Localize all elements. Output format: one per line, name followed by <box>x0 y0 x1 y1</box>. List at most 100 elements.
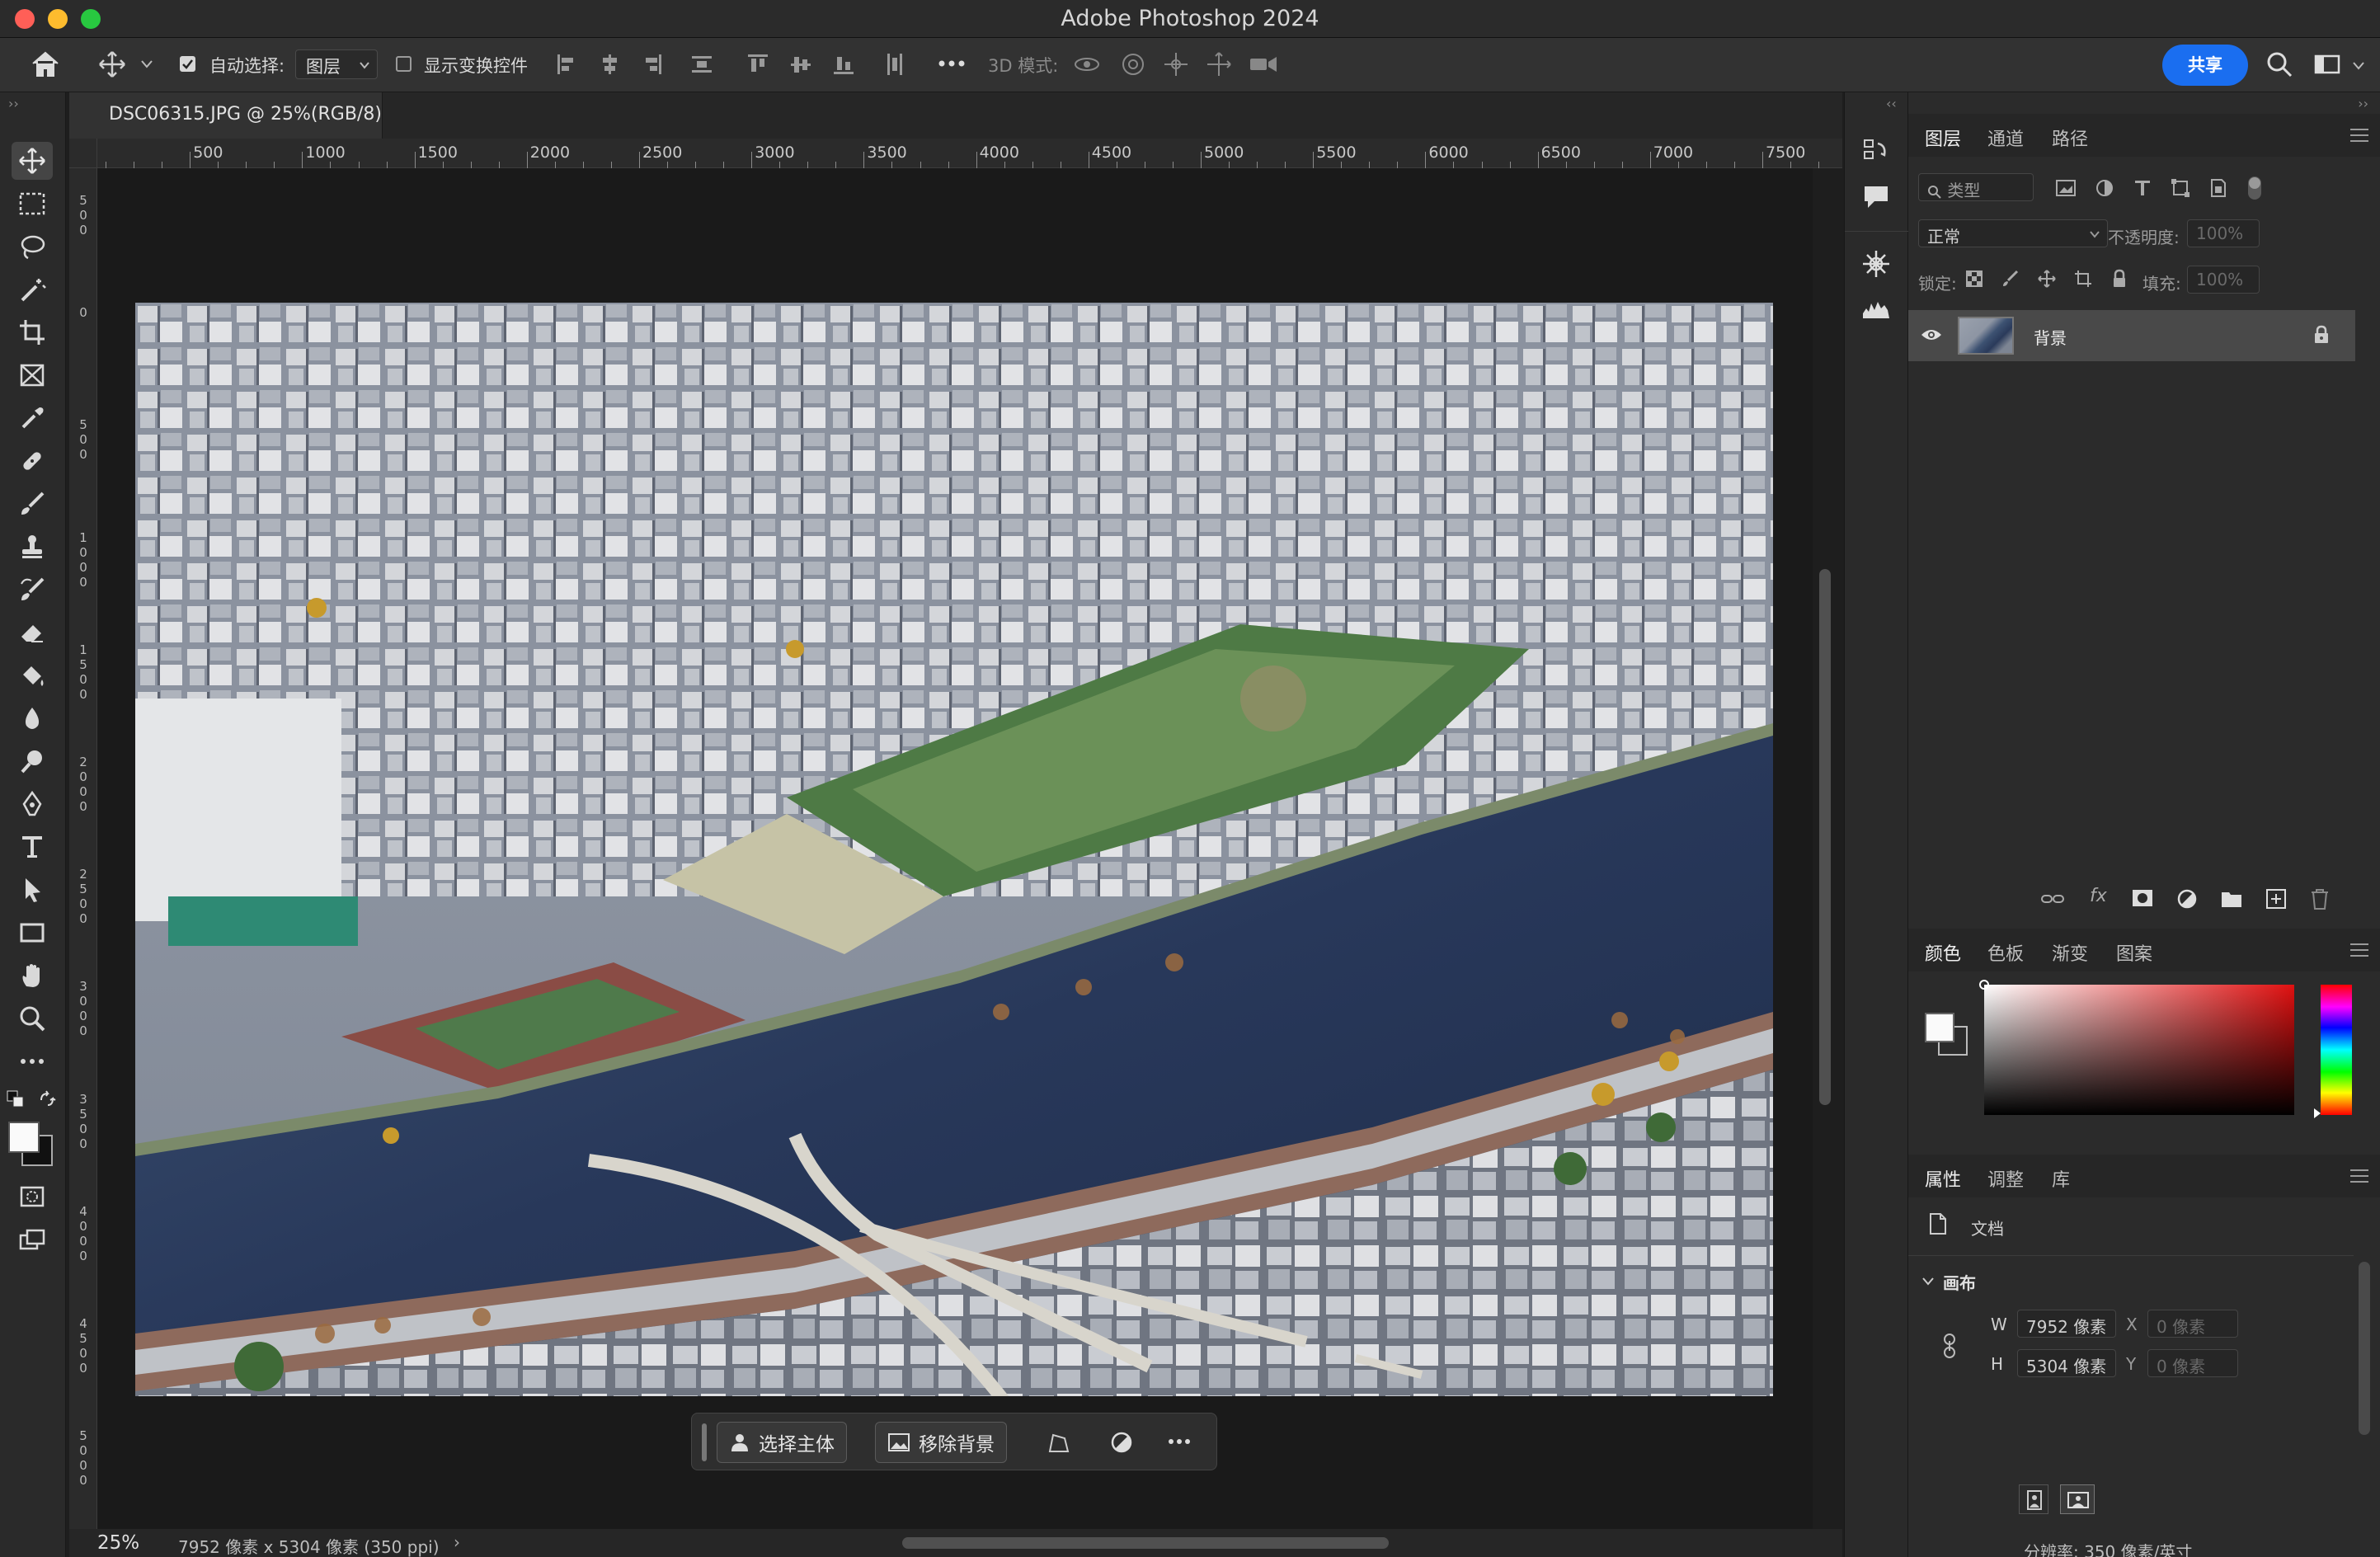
new-layer-icon[interactable] <box>2265 887 2288 910</box>
blur-tool-icon[interactable] <box>12 699 53 737</box>
fx-icon[interactable]: fx <box>2090 886 2107 906</box>
expand-panel-icon[interactable]: ›› <box>2358 96 2368 111</box>
brush-tool-icon[interactable] <box>12 485 53 523</box>
lock-pixels-icon[interactable] <box>2001 269 2020 289</box>
dodge-tool-icon[interactable] <box>12 742 53 780</box>
3d-slide-icon[interactable] <box>1204 49 1234 79</box>
lock-transparent-icon[interactable] <box>1964 269 1984 289</box>
align-right-icon[interactable] <box>640 49 665 79</box>
horizontal-scrollbar[interactable] <box>902 1537 1389 1549</box>
collapse-panel-icon[interactable]: ‹‹ <box>1886 96 1897 111</box>
eyedropper-tool-icon[interactable] <box>12 399 53 437</box>
swap-colors-icon[interactable] <box>38 1090 56 1108</box>
hue-slider[interactable] <box>2314 985 2352 1118</box>
panel-menu-icon[interactable] <box>2350 129 2368 146</box>
tab-adjustments[interactable]: 调整 <box>1987 1165 2024 1192</box>
distribute-vertical-icon[interactable] <box>882 49 907 79</box>
workspace-icon[interactable] <box>2312 49 2342 79</box>
share-button[interactable]: 共享 <box>2162 45 2248 86</box>
3d-orbit-icon[interactable] <box>1072 49 1102 79</box>
frame-tool-icon[interactable] <box>12 356 53 394</box>
filter-pixel-icon[interactable] <box>2055 178 2077 198</box>
link-dimensions-icon[interactable] <box>1941 1333 1958 1359</box>
link-layers-icon[interactable] <box>2040 889 2065 909</box>
layer-row[interactable]: 背景 <box>1908 310 2355 361</box>
filter-toggle[interactable] <box>2248 176 2261 200</box>
layer-filter-dropdown[interactable]: 类型 <box>1918 173 2034 201</box>
width-field[interactable]: 7952 像素 <box>2017 1310 2116 1338</box>
lock-position-icon[interactable] <box>2037 269 2057 289</box>
foreground-color-swatch[interactable] <box>8 1122 40 1153</box>
comments-panel-icon[interactable] <box>1860 180 1893 213</box>
panel-menu-icon[interactable] <box>2350 943 2368 961</box>
move-tool-icon[interactable] <box>97 49 127 79</box>
filter-adjustment-icon[interactable] <box>2095 178 2114 198</box>
document-image[interactable] <box>135 303 1773 1396</box>
align-left-icon[interactable] <box>554 49 579 79</box>
align-bottom-icon[interactable] <box>831 49 856 79</box>
history-brush-tool-icon[interactable] <box>12 571 53 609</box>
filter-smart-object-icon[interactable] <box>2208 178 2228 198</box>
color-field[interactable] <box>1979 980 2294 1115</box>
home-icon[interactable] <box>30 49 61 79</box>
tab-color[interactable]: 颜色 <box>1925 939 1961 966</box>
new-group-icon[interactable] <box>2220 889 2243 909</box>
document-tab[interactable]: DSC06315.JPG @ 25%(RGB/8) <box>69 92 383 139</box>
fill-field[interactable]: 100% <box>2187 266 2260 294</box>
rectangle-tool-icon[interactable] <box>12 914 53 952</box>
move-tool-icon[interactable] <box>12 142 53 180</box>
magic-wand-tool-icon[interactable] <box>12 270 53 308</box>
distribute-icon[interactable] <box>689 49 714 79</box>
auto-select-checkbox[interactable] <box>180 56 195 72</box>
type-tool-icon[interactable] <box>12 828 53 866</box>
lock-all-icon[interactable] <box>2110 269 2129 289</box>
opacity-field[interactable]: 100% <box>2187 219 2260 247</box>
transform-icon[interactable] <box>1047 1430 1071 1455</box>
stamp-tool-icon[interactable] <box>12 528 53 566</box>
adjustment-icon[interactable] <box>1109 1430 1134 1455</box>
lasso-tool-icon[interactable] <box>12 228 53 266</box>
remove-background-button[interactable]: 移除背景 <box>875 1422 1007 1463</box>
tab-patterns[interactable]: 图案 <box>2116 939 2152 966</box>
screen-mode-icon[interactable] <box>12 1222 53 1260</box>
vertical-scrollbar[interactable] <box>1819 569 1831 1105</box>
properties-scrollbar[interactable] <box>2359 1262 2370 1435</box>
3d-pan-icon[interactable] <box>1161 49 1191 79</box>
tab-channels[interactable]: 通道 <box>1987 125 2024 151</box>
drag-handle[interactable] <box>702 1423 707 1461</box>
blend-mode-dropdown[interactable]: 正常 <box>1918 219 2108 247</box>
filter-shape-icon[interactable] <box>2171 178 2190 198</box>
select-subject-button[interactable]: 选择主体 <box>717 1422 847 1463</box>
portrait-orientation-button[interactable] <box>2019 1484 2048 1514</box>
ruler-origin[interactable] <box>69 139 97 168</box>
hue-pointer[interactable] <box>2314 1108 2321 1118</box>
zoom-level[interactable]: 25% <box>97 1532 139 1554</box>
y-field[interactable]: 0 像素 <box>2147 1349 2238 1377</box>
chevron-down-icon[interactable] <box>1921 1277 1935 1287</box>
chevron-down-icon[interactable] <box>140 59 153 69</box>
show-transform-checkbox[interactable] <box>396 56 412 72</box>
paint-bucket-tool-icon[interactable] <box>12 656 53 694</box>
default-colors-icon[interactable] <box>7 1090 25 1108</box>
marquee-tool-icon[interactable] <box>12 185 53 223</box>
tab-paths[interactable]: 路径 <box>2052 125 2088 151</box>
3d-camera-icon[interactable] <box>1247 49 1280 79</box>
tab-layers[interactable]: 图层 <box>1925 125 1961 151</box>
align-middle-icon[interactable] <box>788 49 813 79</box>
filter-type-icon[interactable] <box>2133 178 2152 198</box>
edit-toolbar-icon[interactable] <box>12 1042 53 1080</box>
add-mask-icon[interactable] <box>2131 887 2154 909</box>
zoom-tool-icon[interactable] <box>12 1000 53 1037</box>
expand-panel-icon[interactable]: ›› <box>8 96 19 111</box>
auto-select-dropdown[interactable]: 图层 <box>295 49 378 79</box>
landscape-orientation-button[interactable] <box>2060 1484 2095 1514</box>
lock-artboard-icon[interactable] <box>2073 269 2093 289</box>
adjustments-panel-icon[interactable] <box>1860 247 1893 280</box>
tab-swatches[interactable]: 色板 <box>1987 939 2024 966</box>
histogram-panel-icon[interactable] <box>1860 292 1893 325</box>
search-icon[interactable] <box>2265 49 2294 79</box>
visibility-eye-icon[interactable] <box>1920 327 1943 343</box>
new-adjustment-icon[interactable] <box>2175 887 2199 910</box>
color-picker-cursor[interactable] <box>1979 980 1989 990</box>
crop-tool-icon[interactable] <box>12 313 53 351</box>
